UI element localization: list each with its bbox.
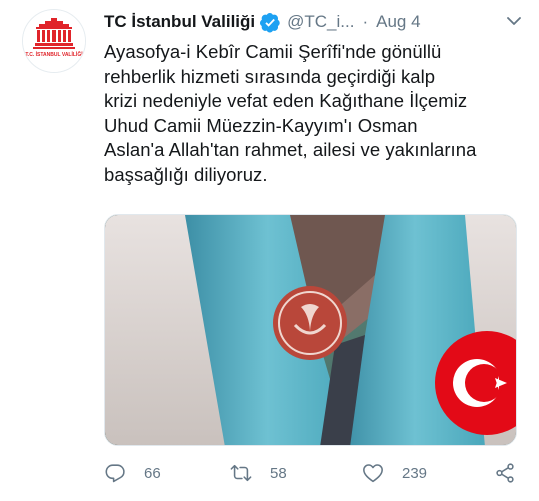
tweet-text-line: krizi nedeniyle vefat eden Kağıthane İlç… (104, 90, 468, 111)
like-icon (363, 464, 383, 483)
tweet-actions: 66 58 239 (104, 458, 524, 488)
reply-icon (105, 464, 125, 483)
like-count: 239 (402, 464, 428, 482)
tweet-text-line: başsağlığı diliyoruz. (104, 163, 268, 185)
tweet-date[interactable]: Aug 4 (376, 12, 420, 32)
share-button[interactable] (494, 458, 516, 488)
verified-badge-icon (260, 12, 281, 33)
tweet-text-line: Uhud Camii Müezzin-Kayyım'ı Osman (104, 114, 418, 136)
chevron-down-icon[interactable] (505, 12, 523, 30)
tweet-text-line: Ayasofya-i Kebîr Camii Şerîfi'nde gönüll… (104, 41, 442, 62)
tweet-text: Ayasofya-i Kebîr Camii Şerîfi'nde gönüll… (104, 40, 529, 187)
author-avatar[interactable]: T.C. İSTANBUL VALİLİĞİ (22, 9, 86, 73)
tweet-text-line: Aslan'a Allah'tan rahmet, ailesi ve yakı… (104, 139, 477, 160)
author-handle[interactable]: @TC_i... (287, 12, 354, 32)
retweet-count: 58 (270, 464, 287, 482)
author-name[interactable]: TC İstanbul Valiliği (104, 12, 255, 32)
retweet-icon (230, 464, 252, 482)
reply-count: 66 (144, 464, 161, 482)
tweet-header: TC İstanbul Valiliği @TC_i... · Aug 4 (104, 10, 525, 34)
tweet-photo[interactable] (104, 214, 517, 446)
retweet-button[interactable]: 58 (230, 458, 287, 488)
like-button[interactable]: 239 (362, 458, 427, 488)
avatar-text: T.C. İSTANBUL VALİLİĞİ (25, 52, 83, 58)
tweet-text-line: rehberlik hizmeti sırasında geçirdiği ka… (104, 65, 436, 87)
reply-button[interactable]: 66 (104, 458, 161, 488)
share-icon (496, 463, 514, 483)
header-separator: · (362, 12, 369, 31)
